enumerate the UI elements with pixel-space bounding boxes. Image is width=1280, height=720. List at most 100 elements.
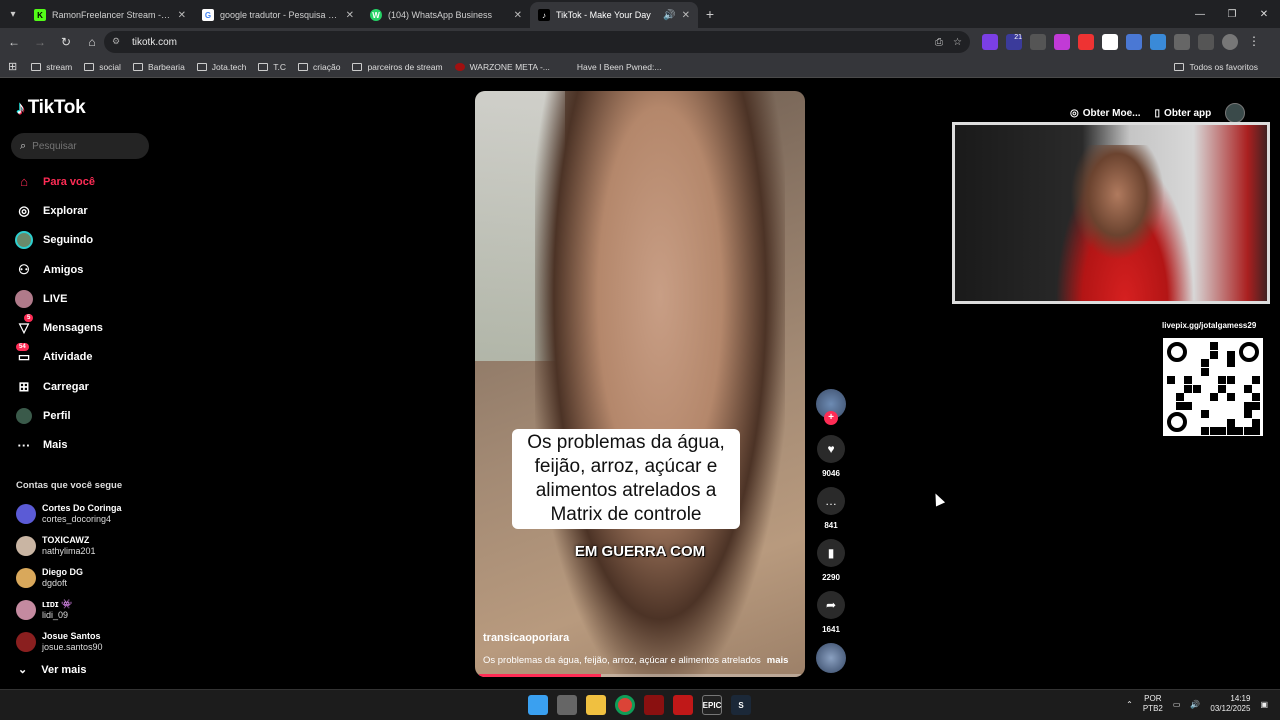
video-progress-bar[interactable] xyxy=(479,674,801,677)
see-more-button[interactable]: ⌄ Ver mais xyxy=(18,663,86,677)
extension-icon[interactable] xyxy=(1102,34,1118,50)
bookmark-star-icon[interactable]: ☆ xyxy=(953,37,962,48)
all-bookmarks[interactable]: Todos os favoritos xyxy=(1174,62,1258,72)
obs-icon[interactable] xyxy=(644,695,664,715)
get-coins-button[interactable]: ◎ Obter Moe... xyxy=(1070,108,1141,119)
bookmark-folder[interactable]: parceiros de stream xyxy=(352,62,443,72)
video-player[interactable]: Os problemas da água, feijão, arroz, açú… xyxy=(475,91,805,677)
sidebar-item-carregar[interactable]: ⊞ Carregar xyxy=(14,372,164,401)
pen-icon[interactable] xyxy=(1030,34,1046,50)
close-icon[interactable]: ✕ xyxy=(514,10,522,21)
extension-icon[interactable] xyxy=(1054,34,1070,50)
bookmark-icon[interactable]: ▮ xyxy=(817,539,845,567)
download-icon[interactable] xyxy=(1150,34,1166,50)
volume-icon[interactable]: 🔊 xyxy=(1190,700,1200,709)
video-frame xyxy=(535,91,785,677)
app-icon[interactable] xyxy=(673,695,693,715)
avatar[interactable] xyxy=(1225,103,1246,123)
tab-google[interactable]: G google tradutor - Pesquisa Goo ✕ xyxy=(194,2,362,28)
url-bar[interactable]: ⚙ tikotk.com ⎙ ☆ xyxy=(104,31,970,53)
sidebar-item-para-voce[interactable]: ⌂ Para você xyxy=(14,167,164,196)
extension-icon[interactable]: 21 xyxy=(1006,34,1022,50)
windows-start-icon[interactable] xyxy=(528,695,548,715)
more-link[interactable]: mais xyxy=(767,655,789,666)
back-icon[interactable]: ← xyxy=(2,30,26,54)
author-avatar[interactable]: + xyxy=(816,389,846,425)
puzzle-icon[interactable] xyxy=(1174,34,1190,50)
notification-icon[interactable]: ▣ xyxy=(1260,700,1268,709)
bookmark-folder[interactable]: Jota.tech xyxy=(196,62,246,72)
sidebar-item-mais[interactable]: ··· Mais xyxy=(14,431,164,460)
sidebar-item-mensagens[interactable]: ▽ 5 Mensagens xyxy=(14,313,164,342)
get-app-button[interactable]: ▯ Obter app xyxy=(1155,108,1212,119)
list-item[interactable]: TOXICAWZ nathylima201 xyxy=(16,530,166,562)
steam-icon[interactable]: S xyxy=(731,695,751,715)
translate-icon[interactable] xyxy=(1126,34,1142,50)
bookmark-folder[interactable]: Barbearia xyxy=(132,62,185,72)
bookmark-folder[interactable]: criação xyxy=(298,62,340,72)
sidebar-item-amigos[interactable]: ⚇ Amigos xyxy=(14,255,164,284)
tab-whatsapp[interactable]: W (104) WhatsApp Business ✕ xyxy=(362,2,530,28)
tab-kick[interactable]: K RamonFreelancer Stream - Wat ✕ xyxy=(26,2,194,28)
heart-icon[interactable]: ♥ xyxy=(817,435,845,463)
language-indicator[interactable]: POR PTB2 xyxy=(1143,694,1163,714)
sidebar-item-perfil[interactable]: Perfil xyxy=(14,401,164,430)
qr-finder xyxy=(1167,412,1187,432)
close-icon[interactable]: ✕ xyxy=(346,10,354,21)
install-app-icon[interactable]: ⎙ xyxy=(935,37,943,48)
list-item[interactable]: Josue Santos josue.santos90 xyxy=(16,626,166,658)
speaker-icon[interactable]: 🔊 xyxy=(663,10,675,21)
close-window-icon[interactable]: ✕ xyxy=(1248,0,1280,28)
share-icon[interactable]: ➦ xyxy=(817,591,845,619)
epic-games-icon[interactable]: EPIC xyxy=(702,695,722,715)
follow-plus-icon[interactable]: + xyxy=(824,411,838,425)
bookmark-link[interactable]: Have I Been Pwned:... xyxy=(562,62,662,72)
restore-icon[interactable]: ❐ xyxy=(1216,0,1248,28)
apps-icon[interactable]: ⊞ xyxy=(8,60,17,73)
taskbar-apps: EPIC S xyxy=(528,695,751,715)
chevron-up-icon[interactable]: ⌃ xyxy=(1126,700,1133,709)
qr-module xyxy=(1192,384,1201,393)
video-author[interactable]: transicaoporiara xyxy=(483,632,569,644)
search-input[interactable] xyxy=(32,140,133,152)
extension-icon[interactable] xyxy=(982,34,998,50)
extension-icon[interactable] xyxy=(1078,34,1094,50)
file-explorer-icon[interactable] xyxy=(586,695,606,715)
sidebar-item-live[interactable]: LIVE xyxy=(14,284,164,313)
bookmark-link[interactable]: WARZONE META -... xyxy=(454,62,550,72)
menu-icon[interactable]: ⋮ xyxy=(1246,34,1262,50)
bookmark-folder[interactable]: stream xyxy=(31,62,72,72)
tab-tiktok[interactable]: ♪ TikTok - Make Your Day 🔊 ✕ xyxy=(530,2,698,28)
network-icon[interactable]: ▭ xyxy=(1173,700,1181,709)
close-icon[interactable]: ✕ xyxy=(178,10,186,21)
reading-list-icon[interactable] xyxy=(1198,34,1214,50)
list-item[interactable]: ʟɪᴅɪ 👾 lidi_09 xyxy=(16,594,166,626)
reload-icon[interactable]: ↻ xyxy=(54,30,78,54)
profile-icon[interactable] xyxy=(1222,34,1238,50)
task-view-icon[interactable] xyxy=(557,695,577,715)
forward-icon[interactable]: → xyxy=(28,30,52,54)
close-icon[interactable]: ✕ xyxy=(682,10,690,21)
search-box[interactable]: ⌕ xyxy=(11,133,149,159)
clock[interactable]: 14:19 03/12/2025 xyxy=(1210,694,1250,714)
new-tab-button[interactable]: + xyxy=(698,6,722,22)
tab-search-icon[interactable]: ▾ xyxy=(0,0,26,28)
site-info-icon[interactable]: ⚙ xyxy=(112,36,124,48)
bookmark-folder[interactable]: T.C xyxy=(258,62,286,72)
qr-module xyxy=(1201,410,1209,418)
music-disc-icon[interactable] xyxy=(816,643,846,673)
folder-icon xyxy=(132,62,143,71)
sidebar-item-explorar[interactable]: ◎ Explorar xyxy=(14,196,164,225)
bookmark-folder[interactable]: social xyxy=(84,62,121,72)
minimize-icon[interactable]: — xyxy=(1184,0,1216,28)
chrome-icon[interactable] xyxy=(615,695,635,715)
comment-icon[interactable]: … xyxy=(817,487,845,515)
tiktok-logo[interactable]: ♪ TikTok xyxy=(16,97,86,119)
sidebar-item-atividade[interactable]: ▭ 54 Atividade xyxy=(14,343,164,372)
qr-module xyxy=(1175,393,1184,401)
sidebar-item-seguindo[interactable]: Seguindo xyxy=(14,226,164,255)
list-item[interactable]: Cortes Do Coringa cortes_docoring4 xyxy=(16,498,166,530)
qr-module xyxy=(1226,418,1235,427)
home-icon[interactable]: ⌂ xyxy=(80,30,104,54)
list-item[interactable]: Diego DG dgdoft xyxy=(16,562,166,594)
